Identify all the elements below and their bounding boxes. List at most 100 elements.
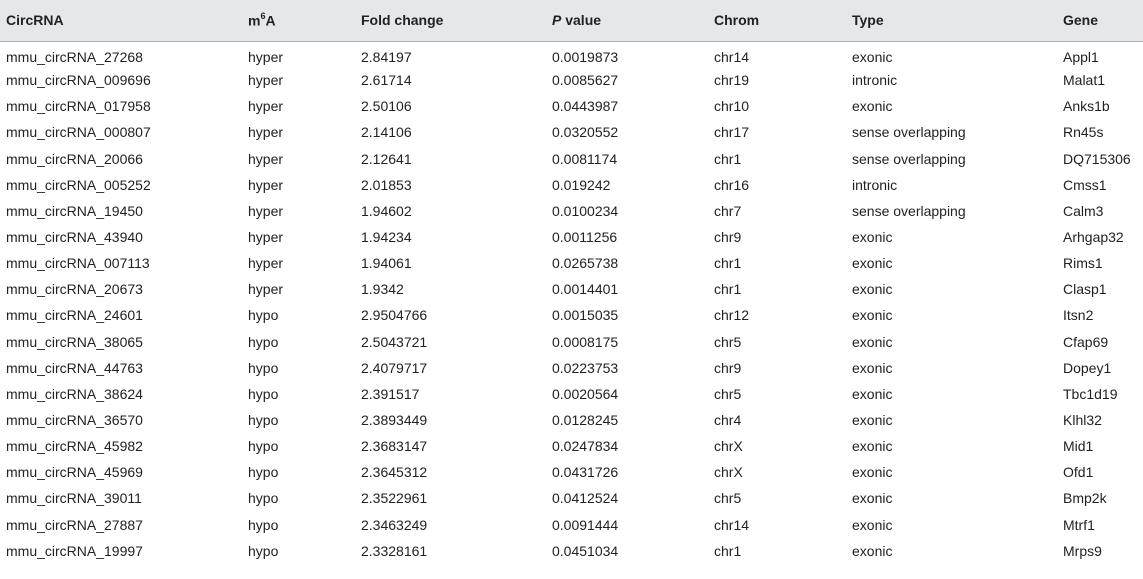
cell-m6a: hypo [248,359,279,376]
cell-circrna: mmu_circRNA_000807 [6,124,151,141]
cell-circrna: mmu_circRNA_38065 [6,333,143,350]
cell-p-value: 0.0019873 [552,49,619,66]
cell-fold-change: 2.12641 [361,150,412,167]
cell-gene: Ofd1 [1063,464,1094,481]
cell-chrom: chr4 [714,412,742,429]
cell-type: exonic [852,542,893,559]
cell-type: intronic [852,176,898,193]
table-row: mmu_circRNA_19450 hyper 1.94602 0.0100234 ch… [0,198,1143,224]
cell-chrom: chrX [714,438,743,455]
table-row: mmu_circRNA_38624 hypo 2.391517 0.0020564 ch… [0,381,1143,407]
header-m6a: m6A [242,0,355,42]
cell-m6a: hypo [248,542,279,559]
cell-m6a: hypo [248,307,279,324]
cell-p-value: 0.0320552 [552,124,619,141]
cell-type: sense overlapping [852,150,966,167]
cell-p-value: 0.0223753 [552,359,619,376]
table-row: mmu_circRNA_007113 hyper 1.94061 0.0265738 c… [0,250,1143,276]
cell-gene: Klhl32 [1063,412,1102,429]
cell-fold-change: 2.3893449 [361,412,428,429]
cell-fold-change: 2.4079717 [361,359,428,376]
cell-fold-change: 2.5043721 [361,333,428,350]
cell-circrna: mmu_circRNA_45969 [6,464,143,481]
cell-chrom: chr16 [714,176,750,193]
cell-chrom: chr19 [714,72,750,89]
cell-p-value: 0.0081174 [552,150,618,167]
cell-m6a: hyper [248,98,284,115]
cell-m6a: hyper [248,150,284,167]
cell-circrna: mmu_circRNA_20673 [6,281,143,298]
cell-m6a: hyper [248,202,284,219]
cell-p-value: 0.019242 [552,176,611,193]
cell-p-value: 0.0014401 [552,281,619,298]
table-row: mmu_circRNA_24601 hypo 2.9504766 0.0015035 c… [0,302,1143,328]
cell-p-value: 0.0451034 [552,542,619,559]
cell-gene: Itsn2 [1063,307,1094,324]
cell-m6a: hyper [248,124,284,141]
cell-circrna: mmu_circRNA_017958 [6,98,151,115]
table-row: mmu_circRNA_39011 hypo 2.3522961 0.0412524 c… [0,485,1143,511]
cell-fold-change: 1.9342 [361,281,404,298]
cell-p-value: 0.0091444 [552,516,619,533]
cell-chrom: chr10 [714,98,750,115]
cell-type: exonic [852,464,893,481]
cell-type: exonic [852,359,893,376]
cell-p-value: 0.0265738 [552,255,619,272]
cell-circrna: mmu_circRNA_009696 [6,72,151,89]
cell-m6a: hypo [248,438,279,455]
cell-p-value: 0.0443987 [552,98,619,115]
cell-p-value: 0.0247834 [552,438,619,455]
header-m6a-base: m [248,12,261,29]
cell-chrom: chrX [714,464,743,481]
cell-chrom: chr9 [714,229,742,246]
cell-fold-change: 2.14106 [361,124,412,141]
cell-p-value: 0.0008175 [552,333,619,350]
cell-m6a: hypo [248,385,279,402]
cell-gene: Cmss1 [1063,176,1107,193]
cell-type: exonic [852,49,893,66]
cell-m6a: hyper [248,255,284,272]
cell-gene: Appl1 [1063,49,1099,66]
table-row: mmu_circRNA_45982 hypo 2.3683147 0.0247834 c… [0,433,1143,459]
cell-circrna: mmu_circRNA_43940 [6,229,143,246]
cell-type: exonic [852,516,893,533]
cell-m6a: hyper [248,229,284,246]
table-row: mmu_circRNA_27268 hyper 2.84197 0.0019873 ch… [0,41,1143,67]
cell-circrna: mmu_circRNA_45982 [6,438,143,455]
cell-circrna: mmu_circRNA_39011 [6,490,142,507]
header-gene: Gene [1057,0,1143,42]
cell-type: exonic [852,307,893,324]
cell-m6a: hypo [248,516,279,533]
cell-chrom: chr7 [714,202,742,219]
cell-circrna: mmu_circRNA_005252 [6,176,151,193]
cell-chrom: chr1 [714,542,742,559]
cell-type: exonic [852,255,893,272]
cell-circrna: mmu_circRNA_19997 [6,542,143,559]
table-row: mmu_circRNA_005252 hyper 2.01853 0.019242 ch… [0,172,1143,198]
cell-chrom: chr12 [714,307,750,324]
cell-fold-change: 1.94602 [361,202,412,219]
cell-gene: Dopey1 [1063,359,1112,376]
cell-chrom: chr17 [714,124,750,141]
cell-p-value: 0.0085627 [552,72,619,89]
cell-fold-change: 2.3683147 [361,438,428,455]
circrna-table: CircRNA m6A Fold change P value Chrom Ty… [0,0,1143,564]
header-row: CircRNA m6A Fold change P value Chrom Ty… [0,0,1143,42]
cell-gene: Bmp2k [1063,490,1107,507]
cell-gene: Rn45s [1063,124,1104,141]
cell-fold-change: 2.3463249 [361,516,428,533]
table-header: CircRNA m6A Fold change P value Chrom Ty… [0,0,1143,42]
cell-fold-change: 2.84197 [361,49,412,66]
cell-gene: Clasp1 [1063,281,1107,298]
cell-type: exonic [852,98,893,115]
cell-type: exonic [852,412,893,429]
cell-p-value: 0.0431726 [552,464,619,481]
cell-gene: Mid1 [1063,438,1094,455]
header-p-italic: P [552,12,562,29]
header-circrna: CircRNA [0,0,242,42]
header-fold-change: Fold change [355,0,546,42]
cell-gene: Tbc1d19 [1063,385,1118,402]
cell-chrom: chr1 [714,255,742,272]
table-row: mmu_circRNA_27887 hypo 2.3463249 0.0091444 c… [0,512,1143,538]
header-p-value: P value [546,0,708,42]
